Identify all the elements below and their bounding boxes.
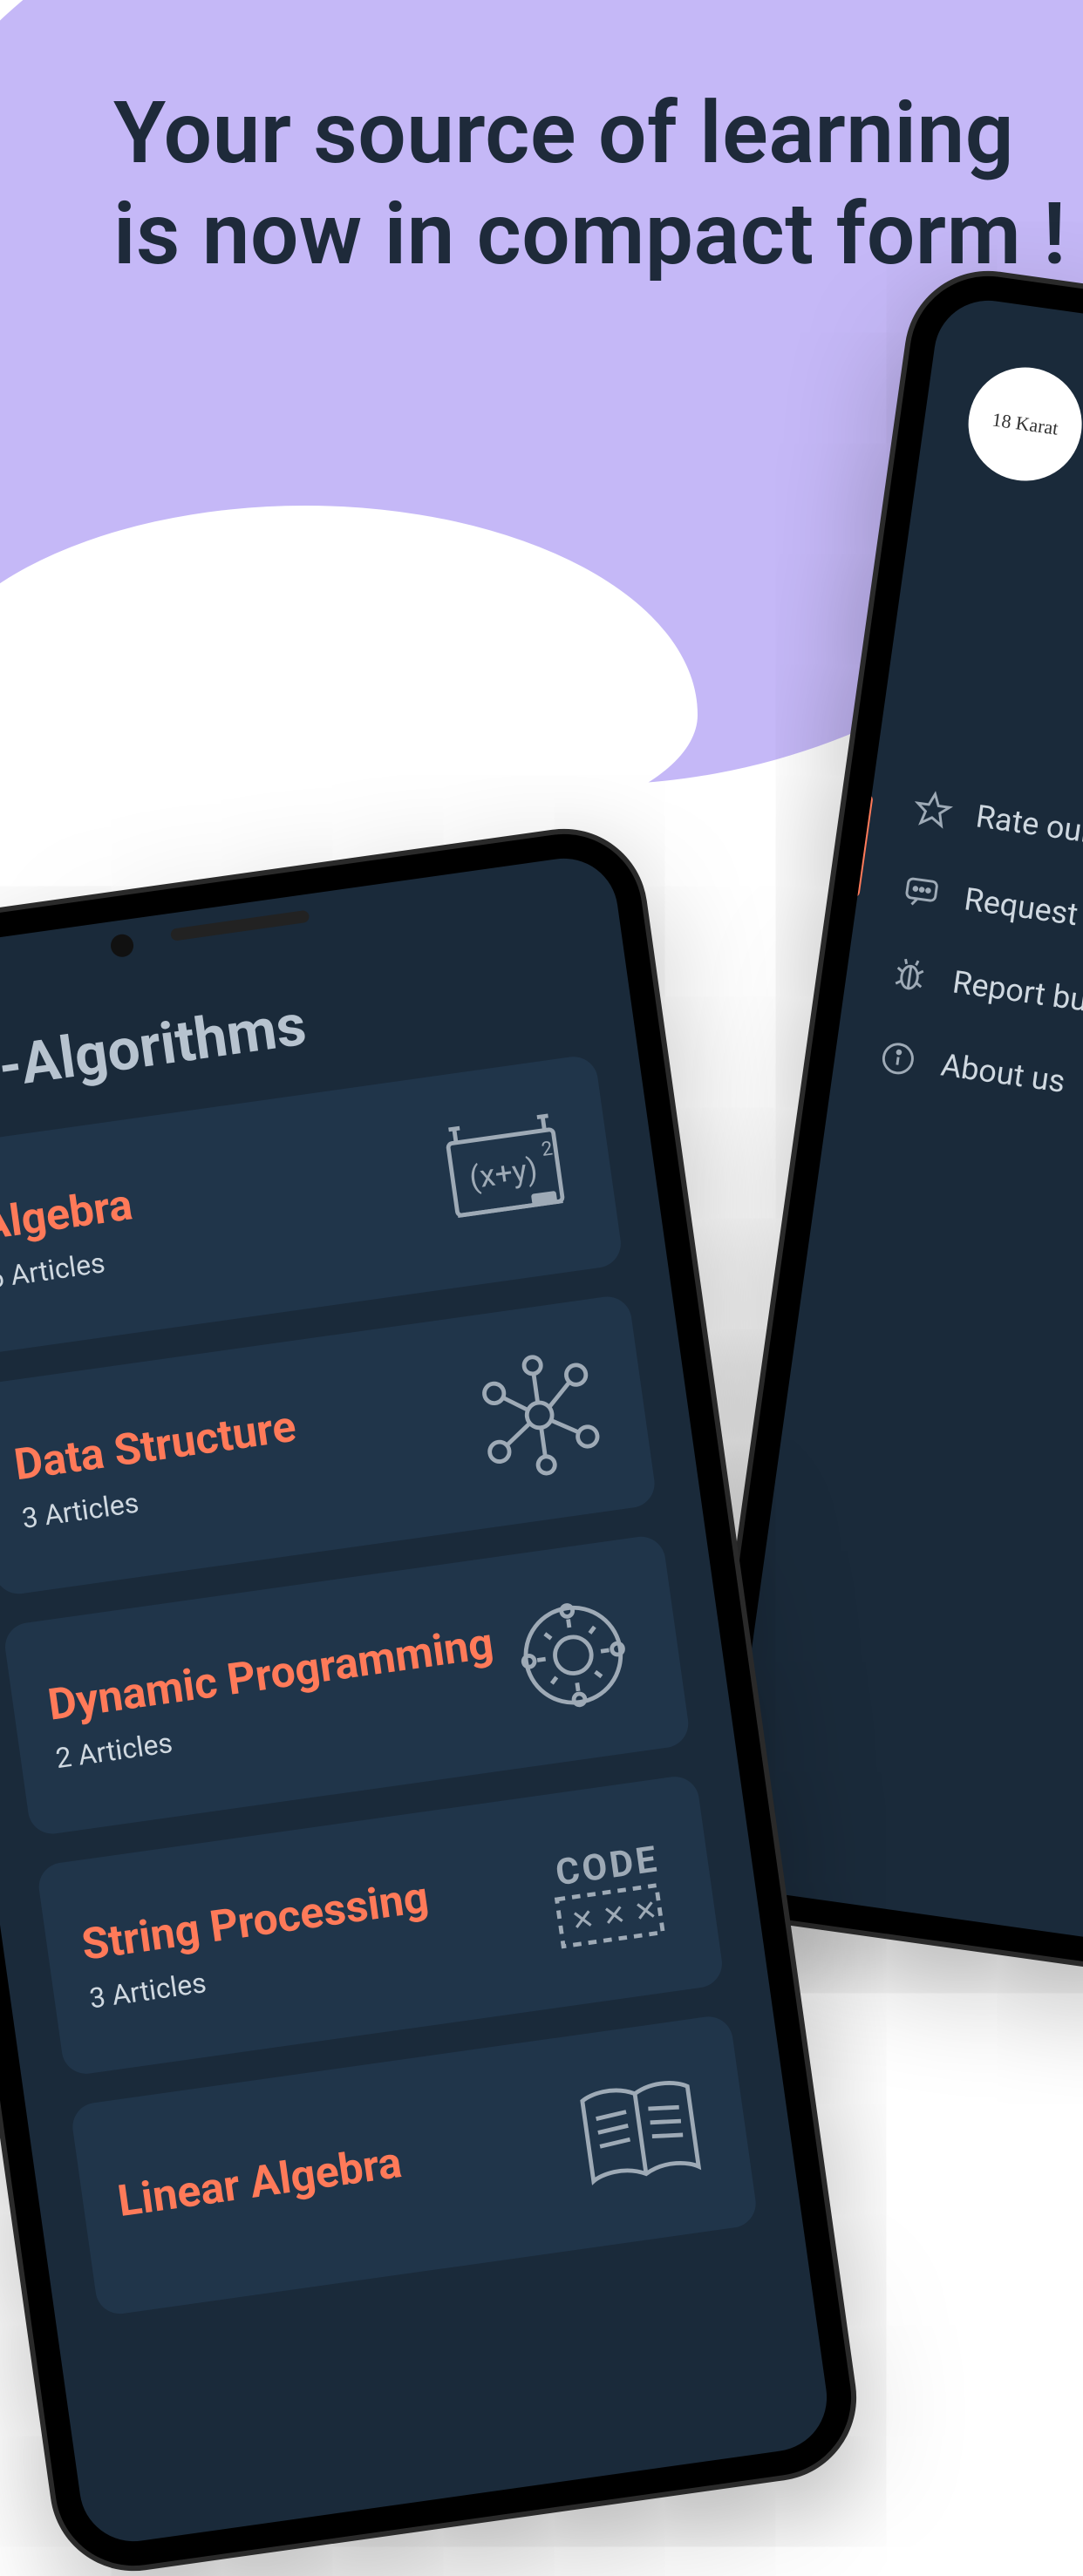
svg-text:(x+y): (x+y) [467, 1151, 540, 1196]
menu-item-label: Rate our app [974, 798, 1083, 859]
gear-icon [494, 1576, 652, 1734]
drawer-accent-bar [847, 793, 874, 899]
svg-text:CODE: CODE [553, 1838, 662, 1894]
menu-item-label: Request a feature [962, 880, 1083, 951]
star-icon [911, 788, 955, 832]
topic-title: Linear Algebra [115, 2115, 575, 2226]
algebra-icon: (x+y) 2 [427, 1097, 585, 1254]
bug-icon [888, 954, 931, 997]
book-icon [562, 2056, 719, 2214]
menu-item-label: About us [938, 1047, 1067, 1101]
avatar[interactable]: 18 Karat [961, 360, 1083, 488]
marketing-headline: Your source of learning is now in compac… [113, 83, 1083, 284]
svg-text:2: 2 [540, 1137, 554, 1160]
graph-icon [460, 1336, 618, 1494]
phone-frame-main: CP-Algorithms Algebra 6 Articles (x+y) 2 [0, 824, 862, 2576]
menu-item-label: Report bug [950, 963, 1083, 1021]
avatar-label: 18 Karat [991, 408, 1059, 439]
info-icon [876, 1037, 920, 1080]
code-icon: CODE ✕✕✕ [528, 1817, 686, 1974]
app-content: CP-Algorithms Algebra 6 Articles (x+y) 2 [0, 852, 802, 2323]
chat-icon [900, 871, 943, 914]
svg-text:✕✕✕: ✕✕✕ [569, 1892, 667, 1938]
phone-screen-main: CP-Algorithms Algebra 6 Articles (x+y) 2 [0, 852, 834, 2548]
menu-item-about[interactable]: About us [873, 1015, 1083, 1190]
